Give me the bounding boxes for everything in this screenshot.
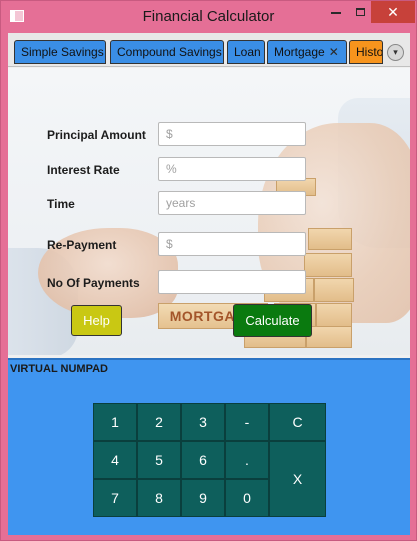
tab-bar: Simple Savings Compound Savings Loan Mor… <box>8 33 410 67</box>
tab-label: Mortgage <box>274 45 325 59</box>
tab-label: Simple Savings <box>21 45 104 59</box>
maximize-icon <box>355 8 365 16</box>
title-bar[interactable]: Financial Calculator ✕ <box>1 1 416 33</box>
numpad-key-minus[interactable]: - <box>225 403 269 441</box>
background-wood-block <box>314 278 354 302</box>
numpad-key-9[interactable]: 9 <box>181 479 225 517</box>
tab-history[interactable]: History <box>349 40 383 64</box>
tab-loan[interactable]: Loan <box>227 40 265 64</box>
numpad-key-backspace[interactable]: X <box>269 441 326 517</box>
numpad-key-clear[interactable]: C <box>269 403 326 441</box>
principal-amount-label: Principal Amount <box>47 128 146 142</box>
tab-compound-savings[interactable]: Compound Savings <box>110 40 224 64</box>
repayment-input[interactable] <box>158 232 306 256</box>
minimize-button[interactable] <box>323 1 349 23</box>
interest-rate-input[interactable] <box>158 157 306 181</box>
interest-rate-label: Interest Rate <box>47 163 120 177</box>
tab-close-icon[interactable]: ✕ <box>329 45 339 59</box>
background-wood-block <box>316 303 352 327</box>
numpad-key-7[interactable]: 7 <box>93 479 137 517</box>
tab-mortgage[interactable]: Mortgage ✕ <box>267 40 347 64</box>
client-area: Simple Savings Compound Savings Loan Mor… <box>8 33 410 535</box>
chevron-down-icon: ▾ <box>393 47 398 57</box>
numpad-title: VIRTUAL NUMPAD <box>10 363 108 375</box>
close-icon: ✕ <box>387 3 399 20</box>
principal-amount-input[interactable] <box>158 122 306 146</box>
help-button[interactable]: Help <box>71 305 122 336</box>
app-window: Financial Calculator ✕ Simple Savings Co… <box>0 0 417 541</box>
numpad-key-1[interactable]: 1 <box>93 403 137 441</box>
calculate-button[interactable]: Calculate <box>233 304 312 337</box>
time-label: Time <box>47 197 75 211</box>
numpad-key-6[interactable]: 6 <box>181 441 225 479</box>
repayment-label: Re-Payment <box>47 238 117 252</box>
tab-overflow-menu-button[interactable]: ▾ <box>387 44 404 61</box>
background-wood-block <box>304 253 352 277</box>
minimize-icon <box>331 12 341 14</box>
numpad-key-2[interactable]: 2 <box>137 403 181 441</box>
number-of-payments-input[interactable] <box>158 270 306 294</box>
tab-label: Loan <box>234 45 261 59</box>
virtual-numpad: VIRTUAL NUMPAD 1 2 3 - C 4 5 6 . X 7 8 9… <box>8 358 410 535</box>
background-wood-block <box>308 228 352 250</box>
close-button[interactable]: ✕ <box>371 1 415 23</box>
tab-label: Compound Savings <box>117 45 222 59</box>
numpad-key-0[interactable]: 0 <box>225 479 269 517</box>
mortgage-form: MORTGAGE Principal Amount Interest Rate … <box>8 68 410 355</box>
numpad-key-8[interactable]: 8 <box>137 479 181 517</box>
numpad-key-dot[interactable]: . <box>225 441 269 479</box>
numpad-key-5[interactable]: 5 <box>137 441 181 479</box>
number-of-payments-label: No Of Payments <box>47 276 140 290</box>
background-wood-block <box>306 326 352 348</box>
tab-simple-savings[interactable]: Simple Savings <box>14 40 106 64</box>
tab-label: History <box>356 45 383 59</box>
maximize-button[interactable] <box>349 1 371 23</box>
numpad-key-3[interactable]: 3 <box>181 403 225 441</box>
numpad-key-4[interactable]: 4 <box>93 441 137 479</box>
time-input[interactable] <box>158 191 306 215</box>
